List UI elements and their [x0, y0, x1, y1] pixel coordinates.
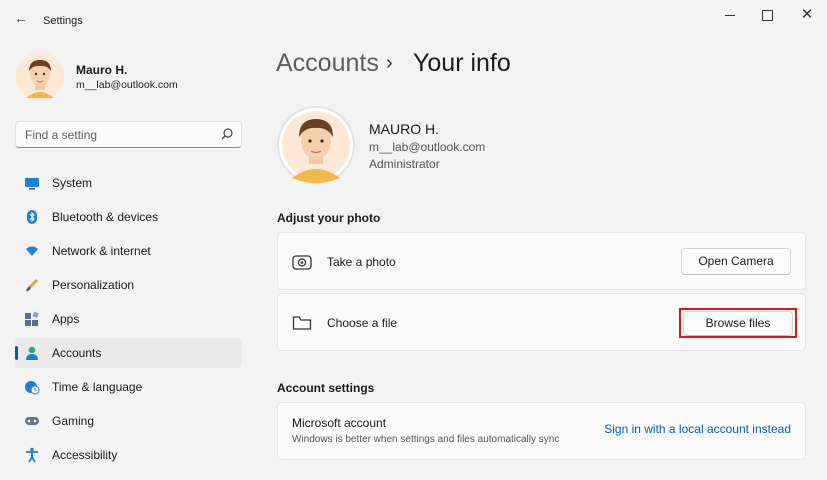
section-title-account-settings: Account settings	[277, 381, 375, 395]
globe-clock-icon	[24, 379, 40, 395]
brush-icon	[24, 277, 40, 293]
profile-email: m__lab@outlook.com	[369, 140, 486, 154]
search-icon[interactable]	[220, 127, 234, 141]
folder-icon	[292, 314, 312, 332]
profile-avatar	[277, 106, 355, 184]
bluetooth-icon	[24, 209, 40, 225]
user-name: Mauro H.	[76, 63, 128, 77]
sidebar-item-label: Time & language	[52, 380, 143, 394]
sidebar-item-accessibility[interactable]: Accessibility	[15, 440, 242, 470]
sidebar-item-apps[interactable]: Apps	[15, 304, 242, 334]
sidebar-item-system[interactable]: System	[15, 168, 242, 198]
accessibility-icon	[24, 447, 40, 463]
section-title-adjust-photo: Adjust your photo	[277, 211, 381, 225]
sidebar-item-label: Accounts	[52, 346, 102, 360]
take-photo-card: Take a photo Open Camera	[277, 232, 806, 290]
arrow-left-icon[interactable]: ←	[12, 10, 30, 26]
person-icon	[24, 345, 40, 361]
sidebar-item-gaming[interactable]: Gaming	[15, 406, 242, 436]
system-monitor-icon	[24, 175, 40, 191]
take-photo-label: Take a photo	[327, 255, 396, 269]
gamepad-icon	[24, 413, 40, 429]
open-camera-button[interactable]: Open Camera	[681, 248, 791, 275]
chevron-right-icon: ›	[386, 52, 393, 74]
camera-icon	[292, 253, 312, 271]
choose-file-card: Choose a file Browse files	[277, 293, 806, 351]
breadcrumb-parent[interactable]: Accounts	[276, 49, 379, 78]
sidebar-item-label: Network & internet	[52, 244, 151, 258]
choose-file-label: Choose a file	[327, 316, 398, 330]
sidebar-item-accounts[interactable]: Accounts	[15, 338, 242, 368]
sidebar-item-label: Bluetooth & devices	[52, 210, 159, 224]
sidebar-item-network[interactable]: Network & internet	[15, 236, 242, 266]
sidebar-item-label: Apps	[52, 312, 80, 326]
search-input[interactable]: Find a setting	[15, 121, 242, 148]
wifi-icon	[24, 243, 40, 259]
avatar[interactable]	[16, 52, 64, 100]
sidebar-item-personalization[interactable]: Personalization	[15, 270, 242, 300]
microsoft-account-subtitle: Windows is better when settings and file…	[292, 434, 560, 445]
sidebar-item-time-language[interactable]: Time & language	[15, 372, 242, 402]
page-title: Your info	[413, 49, 511, 77]
app-title: Settings	[43, 15, 83, 27]
sidebar-item-label: Personalization	[52, 278, 135, 292]
active-indicator	[15, 346, 18, 360]
sign-in-local-account-link[interactable]: Sign in with a local account instead	[604, 422, 791, 436]
sidebar-item-label: System	[52, 176, 93, 190]
profile-role: Administrator	[369, 157, 440, 171]
title-bar: ← Settings ✕	[0, 0, 827, 36]
apps-icon	[24, 311, 40, 327]
sidebar-item-bluetooth[interactable]: Bluetooth & devices	[15, 202, 242, 232]
profile-name: MAURO H.	[369, 121, 439, 137]
search-placeholder: Find a setting	[25, 128, 98, 142]
microsoft-account-title: Microsoft account	[292, 416, 387, 430]
close-icon[interactable]: ✕	[795, 6, 819, 24]
user-email: m__lab@outlook.com	[76, 79, 178, 91]
maximize-icon[interactable]	[755, 6, 779, 24]
sidebar-item-label: Gaming	[52, 414, 95, 428]
sidebar-item-label: Accessibility	[52, 448, 118, 462]
highlight-box	[679, 308, 797, 338]
microsoft-account-card: Microsoft account Windows is better when…	[277, 402, 806, 460]
minimize-icon[interactable]	[718, 6, 742, 24]
